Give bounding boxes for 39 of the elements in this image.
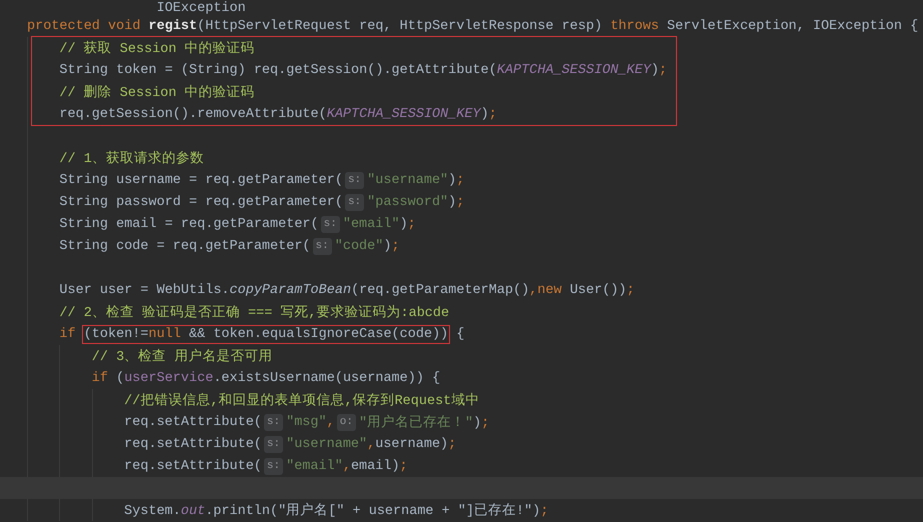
code-text: "email");	[342, 216, 416, 232]
code-text: req.setAttribute(	[124, 458, 262, 474]
code-text: String username = req.getParameter(	[59, 172, 343, 188]
code-text: "msg",	[286, 414, 335, 430]
code-text: System.out.println("用户名[" + username + "]已存在!");	[124, 502, 548, 519]
code-text: req.setAttribute(	[124, 436, 262, 452]
code-text: String password = req.getParameter(	[59, 194, 343, 210]
parameter-hint: s:	[344, 172, 364, 188]
code-text: //把错误信息,和回显的表单项信息,保存到Request域中	[124, 392, 480, 409]
code-text: // 获取 Session 中的验证码	[59, 40, 255, 57]
code-text: req.setAttribute(	[124, 414, 262, 430]
code-text: IOException	[156, 3, 246, 15]
code-text: // 3、检查 用户名是否可用	[92, 348, 272, 365]
parameter-hint: s:	[312, 238, 332, 254]
code-text: // 2、检查 验证码是否正确 === 写死,要求验证码为:abcde	[59, 304, 450, 321]
code-text: User user = WebUtils.copyParamToBean(req.getParameterMap(),new User());	[59, 282, 635, 298]
code-text: String token = (String) req.getSession().getAttribute(KAPTCHA_SESSION_KEY);	[59, 62, 668, 78]
parameter-hint: s:	[264, 414, 284, 430]
code-text: if	[59, 326, 77, 342]
parameter-hint: s:	[264, 436, 284, 452]
code-text: req.getSession().removeAttribute(KAPTCHA_SESSION_KEY);	[59, 106, 497, 122]
code-text: String code = req.getParameter(	[59, 238, 311, 254]
code-text: // 1、获取请求的参数	[59, 150, 204, 167]
code-text: (token!=null && token.equalsIgnoreCase(code))	[84, 326, 448, 342]
code-text: {	[455, 326, 464, 342]
code-text: protected void regist(HttpServletRequest req, HttpServletResponse resp) throws ServletException, IOException {	[27, 18, 918, 34]
code-text: "username");	[367, 172, 464, 188]
code-text: "username",username);	[286, 436, 456, 452]
parameter-hint: s:	[344, 194, 364, 210]
parameter-hint: o:	[336, 414, 356, 430]
code-text: String email = req.getParameter(	[59, 216, 319, 232]
code-text: "用户名已存在！");	[358, 414, 490, 431]
code-text: "code");	[334, 238, 400, 254]
code-text: if (userService.existsUsername(username)) {	[92, 370, 440, 386]
code-text: "password");	[367, 194, 464, 210]
code-text: // 删除 Session 中的验证码	[59, 84, 255, 101]
code-text: "email",email);	[286, 458, 408, 474]
parameter-hint: s:	[264, 458, 284, 474]
parameter-hint: s:	[320, 216, 340, 232]
